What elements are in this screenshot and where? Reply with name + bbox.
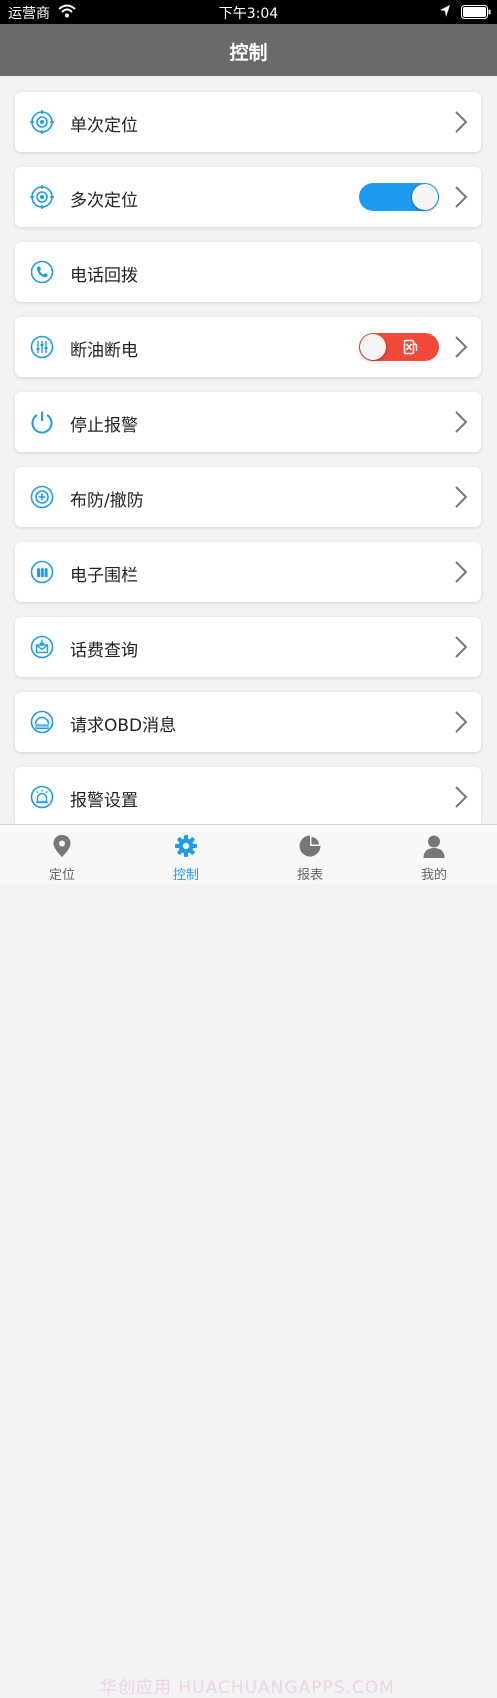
page-title: 控制 — [229, 42, 268, 64]
gear-icon — [175, 835, 197, 857]
row-obd-request[interactable]: 请求OBD消息 — [15, 692, 481, 752]
user-icon — [423, 835, 445, 858]
row-label: 布防/撤防 — [70, 491, 144, 511]
multi-locate-toggle[interactable] — [359, 183, 439, 211]
fence-icon — [30, 560, 54, 584]
row-label: 电子围栏 — [70, 566, 138, 586]
chevron-right-icon — [455, 636, 467, 658]
tab-locate[interactable]: 定位 — [0, 825, 124, 884]
row-phone-callback[interactable]: 电话回拨 — [15, 242, 481, 302]
pie-chart-icon — [299, 835, 321, 857]
row-alarm-settings[interactable]: 报警设置 — [15, 767, 481, 824]
target-icon — [30, 185, 54, 209]
sliders-icon — [30, 335, 54, 359]
chevron-right-icon — [455, 336, 467, 358]
power-icon — [31, 411, 53, 434]
row-arm-disarm[interactable]: 布防/撤防 — [15, 467, 481, 527]
tab-bar: 定位 控制 报表 我的 华创应用 HUACHUANGAPPS.COM — [0, 824, 497, 1698]
clock: 下午3:04 — [218, 6, 279, 22]
row-label: 单次定位 — [70, 116, 138, 136]
tab-label: 我的 — [420, 868, 447, 883]
location-pin-icon — [53, 835, 71, 857]
tab-control[interactable]: 控制 — [124, 825, 248, 884]
chevron-right-icon — [455, 186, 467, 208]
row-label: 话费查询 — [70, 641, 138, 661]
watermark: 华创应用 HUACHUANGAPPS.COM — [100, 1678, 395, 1698]
row-geofence[interactable]: 电子围栏 — [15, 542, 481, 602]
row-single-locate[interactable]: 单次定位 — [15, 92, 481, 152]
fuel-pump-icon — [403, 339, 418, 355]
row-cut-fuel[interactable]: 断油断电 — [15, 317, 481, 377]
gauge-icon — [30, 710, 54, 734]
phone-icon — [30, 260, 54, 284]
tab-label: 定位 — [48, 868, 75, 883]
chevron-right-icon — [455, 711, 467, 733]
chevron-right-icon — [455, 111, 467, 133]
chevron-right-icon — [455, 786, 467, 808]
row-label: 多次定位 — [70, 191, 138, 211]
row-label: 请求OBD消息 — [70, 716, 177, 736]
row-label: 断油断电 — [70, 341, 138, 361]
tab-label: 报表 — [296, 868, 323, 883]
control-list: 单次定位 多次定位 电话回拨 断油断电 停止报警 布防/撤防 电子围栏 话费查询… — [0, 76, 497, 824]
cut-fuel-toggle[interactable] — [359, 333, 439, 361]
alarm-icon — [30, 785, 54, 809]
row-multi-locate[interactable]: 多次定位 — [15, 167, 481, 227]
battery-icon — [461, 5, 491, 19]
chevron-right-icon — [455, 486, 467, 508]
toggle-knob — [360, 334, 386, 360]
mail-icon — [30, 635, 54, 659]
row-label: 停止报警 — [70, 416, 138, 436]
toggle-knob — [412, 184, 438, 210]
tab-reports[interactable]: 报表 — [248, 825, 372, 884]
row-label: 报警设置 — [70, 791, 138, 811]
location-arrow-icon — [440, 5, 450, 17]
status-bar: 运营商 下午3:04 — [0, 0, 497, 24]
row-label: 电话回拨 — [70, 266, 138, 286]
shield-plus-icon — [30, 485, 54, 509]
tab-mine[interactable]: 我的 — [372, 825, 496, 884]
row-balance-query[interactable]: 话费查询 — [15, 617, 481, 677]
chevron-right-icon — [455, 411, 467, 433]
tab-label: 控制 — [172, 868, 199, 883]
nav-bar: 控制 — [0, 24, 497, 76]
target-icon — [30, 110, 54, 134]
chevron-right-icon — [455, 561, 467, 583]
row-stop-alarm[interactable]: 停止报警 — [15, 392, 481, 452]
